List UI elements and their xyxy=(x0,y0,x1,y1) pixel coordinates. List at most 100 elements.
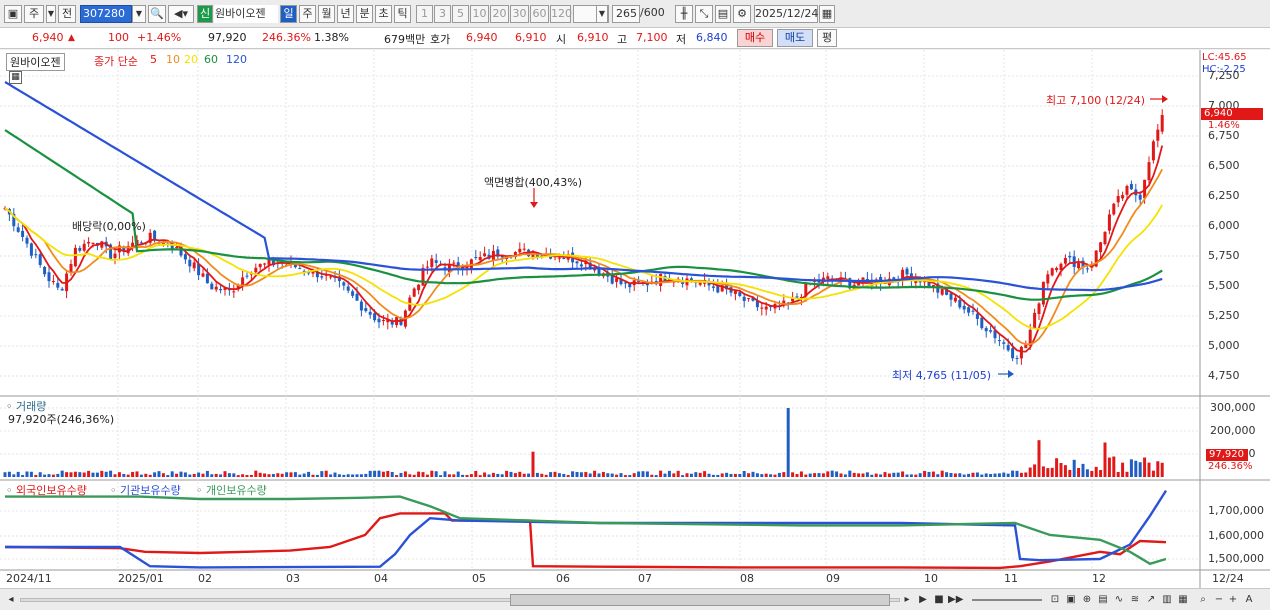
prev-button[interactable]: 전 xyxy=(58,5,76,23)
ma-legend-60[interactable]: 60 xyxy=(204,53,218,66)
volume-bar xyxy=(527,473,531,477)
bottom-toolbar: ◂ ▸ ▶ ■ ▶▶ ⊡ ▣ ⊕ ▤ ∿ ≋ ↗ ▥ ▦ ⌕ − + A xyxy=(0,588,1270,610)
zoom-out-icon[interactable]: − xyxy=(1212,593,1226,607)
candle-body xyxy=(1107,214,1111,231)
volume-bar xyxy=(201,473,205,477)
minute-tab-4[interactable]: 20 xyxy=(490,5,509,23)
trend-icon[interactable]: ↗ xyxy=(1144,593,1158,607)
holdings-legend-item[interactable]: ◦ 개인보유수량 xyxy=(196,482,267,498)
candle-body xyxy=(1041,281,1045,305)
volume-bar xyxy=(7,471,11,477)
fast-forward-icon[interactable]: ▶▶ xyxy=(948,593,963,607)
scroll-left-icon[interactable]: ◂ xyxy=(4,593,18,607)
volume-bar xyxy=(43,474,47,477)
table-view-icon[interactable]: ▦ xyxy=(9,71,22,84)
candle-type-icon[interactable]: ╫ xyxy=(675,5,693,23)
stop-icon[interactable]: ■ xyxy=(932,593,946,607)
play-back-icon[interactable]: ▸ xyxy=(900,593,914,607)
turnover-rate: 1.38% xyxy=(314,31,349,44)
volume-bar xyxy=(1107,457,1111,477)
volume-bar xyxy=(188,474,192,477)
ma-legend-120[interactable]: 120 xyxy=(226,53,247,66)
high-annotation: 최고 7,100 (12/24) xyxy=(1046,94,1146,107)
volume-bar xyxy=(698,472,702,477)
calendar-icon[interactable]: ▦ xyxy=(819,5,835,23)
volume-bar xyxy=(78,472,82,477)
draw-tool-icon[interactable]: ⤡ xyxy=(695,5,713,23)
magnify-icon[interactable]: ⌕ xyxy=(1196,593,1210,607)
period-tab-5[interactable]: 초 xyxy=(375,5,392,23)
volume-bar xyxy=(117,472,121,477)
period-tab-2[interactable]: 월 xyxy=(318,5,335,23)
volume-bar xyxy=(3,472,7,477)
ma-legend-5[interactable]: 5 xyxy=(150,53,157,66)
period-tab-6[interactable]: 틱 xyxy=(394,5,411,23)
candle-body xyxy=(434,260,438,263)
period-tab-4[interactable]: 분 xyxy=(356,5,373,23)
date-input[interactable]: 2025/12/24 xyxy=(754,5,818,23)
volume-bar xyxy=(751,471,755,477)
code-dropdown-icon[interactable]: ▼ xyxy=(132,5,146,23)
window-menu-icon[interactable]: ▣ xyxy=(4,5,22,23)
period-tab-1[interactable]: 주 xyxy=(299,5,316,23)
stock-code-input[interactable]: 307280 xyxy=(80,5,132,23)
chart-area[interactable]: 원바이오젠 ▦ 종가 단순 5 10 20 60 120 LC:45.65 HC:-2.… xyxy=(0,50,1270,588)
minute-tab-7[interactable]: 120 xyxy=(550,5,572,23)
volume-bar xyxy=(1160,462,1164,477)
zoom-slider[interactable] xyxy=(972,599,1042,601)
count-input[interactable]: 265 xyxy=(612,5,640,23)
volume-bar xyxy=(232,473,236,477)
volume-bar xyxy=(685,473,689,477)
volume-bar xyxy=(1085,469,1089,477)
volume-bar xyxy=(1112,456,1116,477)
play-icon[interactable]: ▶ xyxy=(916,593,930,607)
gear-icon[interactable]: ⚙ xyxy=(733,5,751,23)
stock-chart[interactable] xyxy=(0,50,1270,588)
minute-tab-0[interactable]: 1 xyxy=(416,5,433,23)
candle-body xyxy=(711,286,715,288)
multi-chart-icon[interactable]: ▥ xyxy=(1160,593,1174,607)
holdings-legend-item[interactable]: ◦ 외국인보유수량 xyxy=(6,482,87,498)
volume-bar xyxy=(491,472,495,477)
grid-icon[interactable]: ▦ xyxy=(1176,593,1190,607)
zoom-in-icon[interactable]: + xyxy=(1226,593,1240,607)
indicator-icon[interactable]: ∿ xyxy=(1112,593,1126,607)
crosshair-icon[interactable]: ⊕ xyxy=(1080,593,1094,607)
period-tab-0[interactable]: 일 xyxy=(280,5,297,23)
buy-button[interactable]: 매수 xyxy=(737,29,773,47)
search-icon[interactable]: 🔍 xyxy=(148,5,166,23)
minute-tab-6[interactable]: 60 xyxy=(530,5,549,23)
minute-tab-1[interactable]: 3 xyxy=(434,5,451,23)
save-icon[interactable]: ▤ xyxy=(715,5,731,23)
volume-bar xyxy=(1156,461,1160,477)
volume-bar xyxy=(738,473,742,477)
price-panel-stock-name[interactable]: 원바이오젠 xyxy=(6,53,65,71)
volume-bar xyxy=(1116,472,1120,477)
scrollbar-thumb[interactable] xyxy=(510,594,890,606)
layout-icon[interactable]: ▣ xyxy=(1064,593,1078,607)
chart-type-icon[interactable]: ▤ xyxy=(1096,593,1110,607)
volume-bar xyxy=(170,471,174,477)
sell-button[interactable]: 매도 xyxy=(777,29,813,47)
candle-body xyxy=(1068,255,1072,258)
font-size-icon[interactable]: A xyxy=(1242,593,1256,607)
high-arrow-head xyxy=(1162,95,1168,103)
interval-dropdown-icon[interactable]: ▼ xyxy=(596,5,608,23)
ma-legend-10[interactable]: 10 xyxy=(166,53,180,66)
period-mode-select[interactable]: 주 xyxy=(24,5,44,23)
period-tab-3[interactable]: 년 xyxy=(337,5,354,23)
zoom-fit-icon[interactable]: ⊡ xyxy=(1048,593,1062,607)
minute-tab-3[interactable]: 10 xyxy=(470,5,489,23)
speaker-icon[interactable]: ◀▾ xyxy=(168,5,194,23)
eval-button[interactable]: 평 xyxy=(817,29,837,47)
chevron-down-icon[interactable]: ▼ xyxy=(46,5,56,23)
ma-legend-20[interactable]: 20 xyxy=(184,53,198,66)
volume-bar xyxy=(157,471,161,477)
holdings-legend-item[interactable]: ◦ 기관보유수량 xyxy=(110,482,181,498)
volume-bar xyxy=(914,474,918,477)
candle-body xyxy=(1160,115,1164,132)
compare-icon[interactable]: ≋ xyxy=(1128,593,1142,607)
minute-tab-5[interactable]: 30 xyxy=(510,5,529,23)
minute-tab-2[interactable]: 5 xyxy=(452,5,469,23)
candle-body xyxy=(980,317,984,329)
